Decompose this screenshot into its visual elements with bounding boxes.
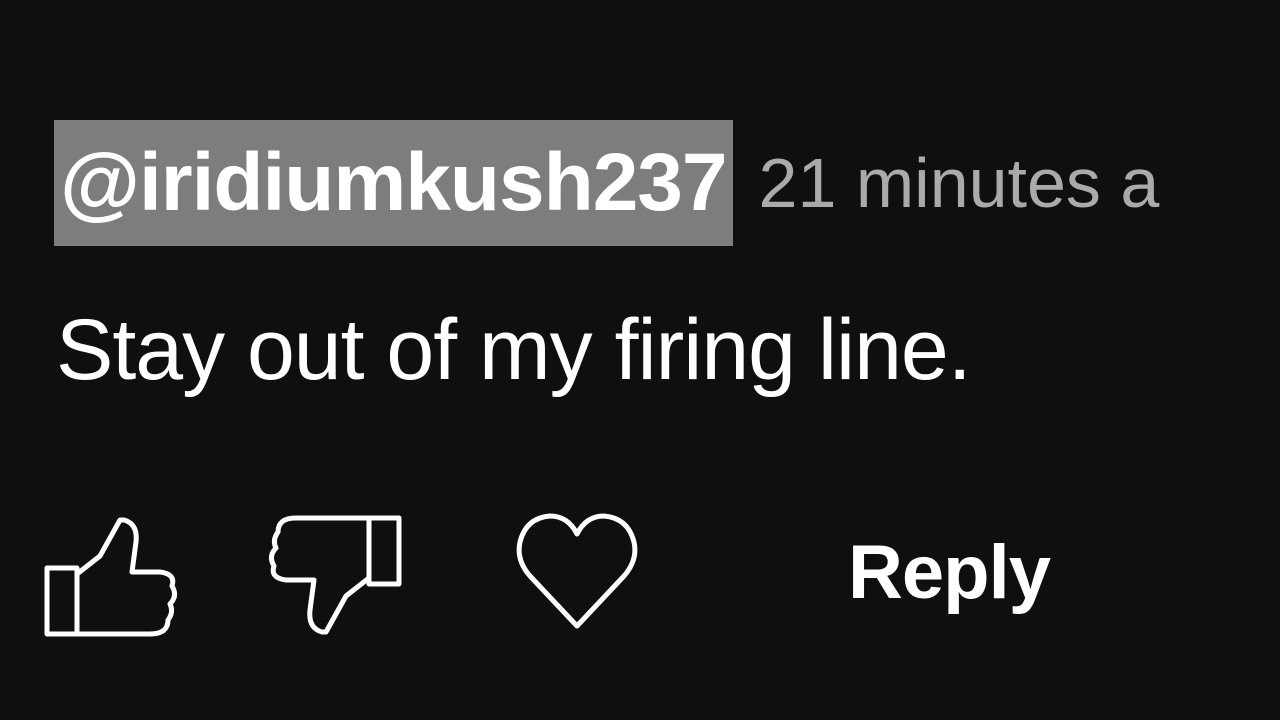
comment-timestamp[interactable]: 21 minutes a	[759, 120, 1160, 246]
comment-author[interactable]: @iridiumkush237	[54, 120, 733, 246]
reply-button[interactable]: Reply	[848, 518, 1051, 628]
heart-button[interactable]	[512, 508, 642, 638]
thumbs-up-icon	[44, 517, 178, 637]
comment-actions: Reply	[0, 500, 1280, 650]
comment-text: Stay out of my firing line.	[56, 302, 972, 398]
dislike-button[interactable]	[266, 510, 406, 640]
comment-card: @iridiumkush237 21 minutes a Stay out of…	[0, 0, 1280, 720]
heart-icon	[516, 513, 638, 629]
thumbs-down-icon	[268, 515, 402, 635]
comment-header: @iridiumkush237 21 minutes a	[54, 120, 1159, 246]
like-button[interactable]	[40, 512, 180, 642]
